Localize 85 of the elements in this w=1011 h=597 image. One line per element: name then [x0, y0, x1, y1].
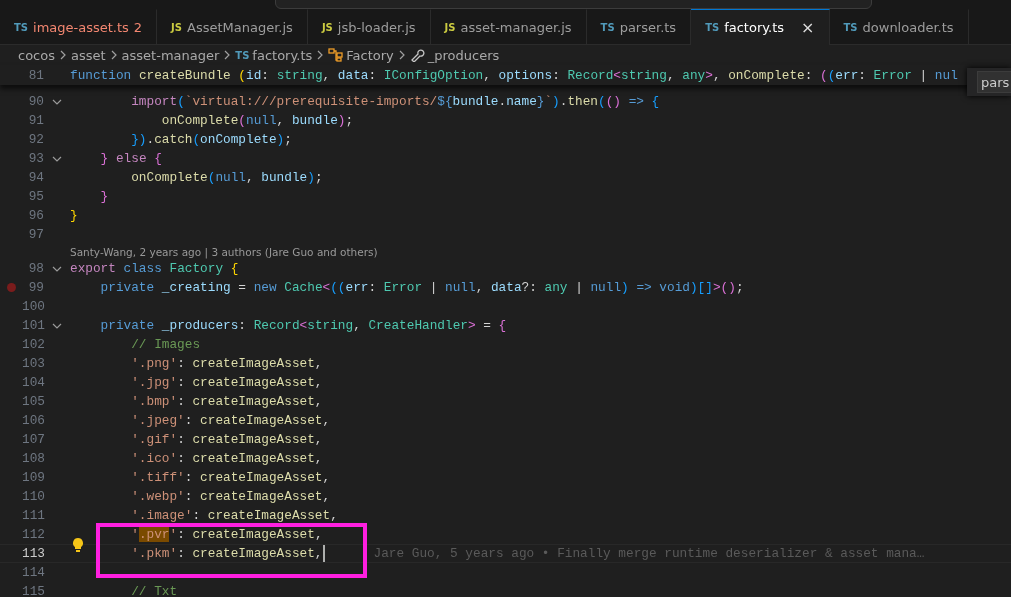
line-number: 102: [22, 337, 44, 352]
code-line: // Images: [130, 337, 201, 352]
chevron-icon: [109, 49, 118, 61]
file-type-icon: TS: [14, 21, 29, 33]
code-line: '.jpg': createImageAsset,: [130, 375, 323, 390]
line-number: 106: [22, 413, 44, 428]
breadcrumb-item[interactable]: asset: [71, 47, 106, 63]
line-number: 90: [27, 94, 44, 109]
breadcrumb-item[interactable]: _producers: [409, 47, 500, 63]
codelens-text[interactable]: Santy-Wang, 2 years ago | 3 authors (Jare Guo and others): [70, 245, 378, 258]
editor-tab[interactable]: JS asset-manager.js: [430, 9, 587, 44]
code-line: }: [70, 208, 78, 223]
code-line: '.jpeg': createImageAsset,: [130, 413, 331, 428]
editor-tab[interactable]: JS jsb-loader.js: [307, 9, 431, 44]
line-number: 108: [22, 451, 44, 466]
code-line: }: [99, 189, 109, 204]
line-number: 103: [22, 356, 44, 371]
line-number: 114: [22, 565, 44, 580]
line-number: 104: [22, 375, 44, 390]
line-number: 112: [22, 527, 44, 542]
line-number: 98: [27, 261, 44, 276]
code-line: } else {: [99, 151, 162, 166]
file-type-icon: JS: [171, 21, 183, 33]
line-number: 95: [27, 189, 44, 204]
file-type-icon: JS: [321, 21, 333, 33]
line-number: 93: [27, 151, 44, 166]
editor-tab[interactable]: TS image-asset.ts 2: [0, 9, 158, 44]
line-number: 111: [22, 508, 44, 523]
code-line: private _creating = new Cache<((err: Error | null, data?: any | null) => void)[]>();: [99, 280, 744, 295]
line-number: 99: [27, 280, 44, 295]
inline-blame: Jare Guo, 5 years ago • Finally merge runtime deserializer & asset mana…: [373, 546, 925, 561]
find-input[interactable]: pars: [977, 71, 1011, 93]
code-line: '.bmp': createImageAsset,: [130, 394, 323, 409]
line-number: 101: [22, 318, 44, 333]
file-type-icon: JS: [444, 21, 456, 33]
editor-tab[interactable]: TS factory.ts ×: [691, 9, 830, 45]
line-number: 113: [22, 546, 44, 561]
code-line: '.gif': createImageAsset,: [130, 432, 323, 447]
code-line: '.webp': createImageAsset,: [130, 489, 331, 504]
line-number: 92: [27, 132, 44, 147]
breadcrumb-item[interactable]: TS factory.ts: [235, 47, 313, 63]
wrench-icon: [409, 48, 425, 62]
line-number: 91: [27, 113, 44, 128]
lightbulb-icon[interactable]: [72, 537, 84, 553]
breadcrumb-item[interactable]: Factory: [328, 47, 394, 63]
file-type-icon: TS: [843, 21, 858, 33]
text-cursor: [322, 545, 325, 562]
class-icon: [328, 48, 344, 62]
code-line: '.tiff': createImageAsset,: [130, 470, 331, 485]
code-line: '.pvr': createImageAsset,: [130, 527, 323, 542]
editor-tab[interactable]: JS AssetManager.js: [157, 9, 308, 44]
line-number: 97: [27, 227, 44, 242]
file-type-icon: TS: [235, 49, 250, 61]
code-line: function createBundle (id: string, data: IConfigOption, options: Record<string, any>, onComplete: ((err: Error | nul: [70, 67, 958, 83]
line-number: 109: [22, 470, 44, 485]
line-number: 110: [22, 489, 44, 504]
line-number: 115: [22, 584, 44, 597]
line-number: 96: [27, 208, 44, 223]
chevron-icon: [397, 49, 406, 61]
problem-count: 2: [133, 19, 143, 35]
code-line: }).catch(onComplete);: [130, 132, 292, 147]
code-line: '.png': createImageAsset,: [130, 356, 323, 371]
line-number: 100: [22, 299, 44, 314]
code-line: '.ico': createImageAsset,: [130, 451, 323, 466]
line-number: 94: [27, 170, 44, 185]
editor-tab[interactable]: TS downloader.ts: [829, 9, 969, 44]
close-button[interactable]: ×: [801, 18, 815, 37]
chevron-icon: [223, 49, 232, 61]
breadcrumb-item[interactable]: cocos: [18, 47, 55, 63]
line-number: 107: [22, 432, 44, 447]
line-number: 81: [27, 67, 44, 83]
line-number: 105: [22, 394, 44, 409]
chevron-icon: [316, 49, 325, 61]
file-type-icon: TS: [600, 21, 615, 33]
file-type-icon: TS: [705, 22, 720, 33]
code-line: onComplete(null, bundle);: [130, 170, 323, 185]
code-line: export class Factory {: [70, 261, 239, 276]
code-line: // Txt: [130, 584, 178, 597]
breadcrumb-item[interactable]: asset-manager: [121, 47, 220, 63]
chevron-icon: [59, 49, 67, 61]
code-line: '.pkm': createImageAsset,: [130, 546, 323, 561]
code-line: import(`virtual:///prerequisite-imports/${bundle.name}`).then(() => {: [130, 94, 660, 109]
code-line: onComplete(null, bundle);: [160, 113, 354, 128]
code-line: '.image': createImageAsset,: [130, 508, 338, 523]
code-line: private _producers: Record<string, CreateHandler> = {: [99, 318, 507, 333]
